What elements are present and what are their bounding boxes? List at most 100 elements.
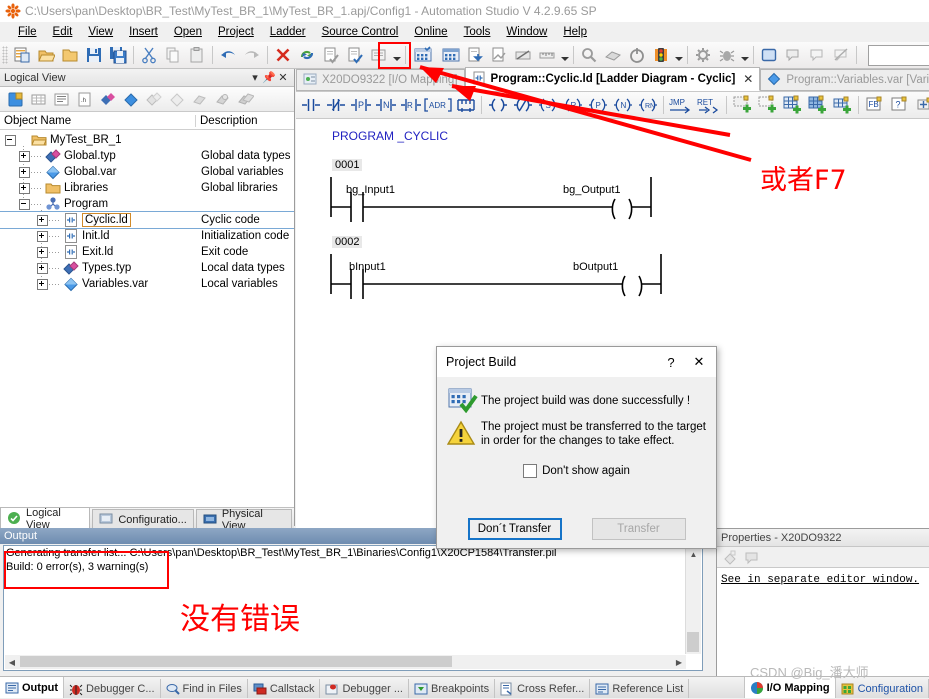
redo-icon[interactable] [241, 44, 263, 66]
function-block-icon[interactable]: FB [862, 93, 887, 117]
menu-insert[interactable]: Insert [121, 24, 166, 40]
contact-negative-icon[interactable]: N [373, 93, 398, 117]
delete-icon[interactable] [272, 44, 294, 66]
chevron-down-icon[interactable]: ▾ [248, 71, 262, 85]
menu-edit[interactable]: Edit [45, 24, 81, 40]
bottom-tab-cross-reference[interactable]: Cross Refer... [495, 679, 590, 698]
debug-bug-icon[interactable] [716, 44, 738, 66]
scroll-up-icon[interactable]: ▲ [686, 547, 701, 562]
simulation-icon[interactable] [512, 44, 534, 66]
branch-icon[interactable] [453, 93, 478, 117]
toolbar-overflow-button-2[interactable] [559, 45, 570, 65]
jump-icon[interactable]: JMP [667, 93, 695, 117]
properties-sort-icon[interactable] [721, 548, 740, 566]
list-view-icon[interactable] [51, 89, 72, 110]
insert-row-icon[interactable] [805, 93, 830, 117]
properties-icon[interactable] [368, 44, 390, 66]
datatype-disabled-icon[interactable] [143, 89, 164, 110]
output-window-icon[interactable] [782, 44, 804, 66]
find-icon[interactable] [578, 44, 600, 66]
tree-row-project[interactable]: MyTest_BR_1 [0, 132, 294, 148]
help-icon[interactable]: ? [658, 348, 684, 376]
logical-view-tree[interactable]: MyTest_BR_1 Global.typ Global data types [0, 130, 294, 507]
help-element-icon[interactable]: ? [887, 93, 912, 117]
library-disabled-icon[interactable] [189, 89, 210, 110]
toolbar-overflow-button[interactable] [391, 45, 402, 65]
dont-show-again-row[interactable]: Don't show again [447, 464, 706, 478]
coil-negated-icon[interactable] [510, 93, 535, 117]
insert-column-icon[interactable] [780, 93, 805, 117]
bottom-tab-reference-list[interactable]: Reference List [590, 679, 689, 698]
menu-tools[interactable]: Tools [456, 24, 499, 40]
scrollbar-thumb[interactable] [20, 656, 452, 667]
header-file-icon[interactable]: .h [74, 89, 95, 110]
output-horizontal-scrollbar[interactable]: ◀ ▶ [5, 655, 686, 669]
tree-row-global-var[interactable]: Global.var Global variables [0, 164, 294, 180]
tree-row-init-ld[interactable]: Init.ld Initialization code [0, 228, 294, 244]
menu-project[interactable]: Project [210, 24, 262, 40]
transfer-icon[interactable] [464, 44, 486, 66]
scroll-right-icon[interactable]: ▶ [672, 655, 686, 669]
undo-icon[interactable] [217, 44, 239, 66]
open-folder-icon[interactable] [59, 44, 81, 66]
close-icon[interactable]: ✕ [684, 348, 714, 376]
bottom-tab-output[interactable]: Output [0, 677, 64, 698]
expander-minus-icon[interactable] [19, 199, 30, 210]
build-project-icon[interactable] [412, 44, 434, 66]
insert-rung-above-icon[interactable] [730, 93, 755, 117]
contact-rising-icon[interactable]: R [398, 93, 423, 117]
debug-settings-icon[interactable] [692, 44, 714, 66]
watch-window-icon[interactable] [758, 44, 780, 66]
tree-row-exit-ld[interactable]: Exit.ld Exit code [0, 244, 294, 260]
library-ref-disabled-icon[interactable] [212, 89, 233, 110]
address-icon[interactable]: ADR [423, 93, 453, 117]
scroll-left-icon[interactable]: ◀ [5, 655, 19, 669]
paste-icon[interactable] [186, 44, 208, 66]
expander-plus-icon[interactable] [37, 247, 48, 258]
tree-row-global-typ[interactable]: Global.typ Global data types [0, 148, 294, 164]
tree-row-types-typ[interactable]: Types.typ Local data types [0, 260, 294, 276]
expander-plus-icon[interactable] [19, 167, 30, 178]
expander-minus-icon[interactable] [5, 135, 16, 146]
open-project-icon[interactable] [35, 44, 57, 66]
message-window-icon[interactable] [806, 44, 828, 66]
library-group-disabled-icon[interactable] [235, 89, 256, 110]
output-vertical-scrollbar[interactable]: ▲ [685, 547, 701, 654]
expander-plus-icon[interactable] [37, 279, 48, 290]
close-icon[interactable]: ✕ [276, 71, 290, 85]
toolbar-grip[interactable] [2, 46, 8, 64]
expander-plus-icon[interactable] [19, 183, 30, 194]
comment-icon[interactable] [742, 548, 761, 566]
datatype-icon[interactable] [97, 89, 118, 110]
cut-icon[interactable] [138, 44, 160, 66]
close-icon[interactable]: ✕ [743, 72, 753, 86]
bottom-tab-configuration[interactable]: Configuration [836, 679, 929, 698]
bottom-tab-callstack[interactable]: Callstack [248, 679, 321, 698]
tree-row-cyclic-ld[interactable]: Cyclic.ld Cyclic code [0, 212, 294, 228]
bottom-tab-find-in-files[interactable]: Find in Files [161, 679, 248, 698]
menu-open[interactable]: Open [166, 24, 210, 40]
contact-no-icon[interactable] [298, 93, 323, 117]
dont-transfer-button[interactable]: Don´t Transfer [468, 518, 562, 540]
coil-n-icon[interactable]: N [610, 93, 635, 117]
contact-nc-icon[interactable] [323, 93, 348, 117]
append-row-icon[interactable] [830, 93, 855, 117]
menu-source-control[interactable]: Source Control [314, 24, 407, 40]
tree-row-variables-var[interactable]: Variables.var Local variables [0, 276, 294, 292]
check-file-icon[interactable] [320, 44, 342, 66]
variable-icon[interactable] [120, 89, 141, 110]
bottom-tab-breakpoints[interactable]: Breakpoints [409, 679, 495, 698]
menu-view[interactable]: View [80, 24, 121, 40]
expander-plus-icon[interactable] [19, 151, 30, 162]
coil-p-icon[interactable]: P [585, 93, 610, 117]
save-all-icon[interactable] [107, 44, 129, 66]
save-icon[interactable] [83, 44, 105, 66]
scrollbar-thumb[interactable] [687, 632, 699, 652]
toolbar-combo[interactable] [868, 45, 929, 66]
expander-plus-icon[interactable] [37, 231, 48, 242]
menu-online[interactable]: Online [406, 24, 455, 40]
toolbar-overflow-button-4[interactable] [739, 45, 750, 65]
power-icon[interactable] [626, 44, 648, 66]
return-icon[interactable]: RET [695, 93, 723, 117]
dock-tab-logical-view[interactable]: Logical View [0, 507, 90, 530]
